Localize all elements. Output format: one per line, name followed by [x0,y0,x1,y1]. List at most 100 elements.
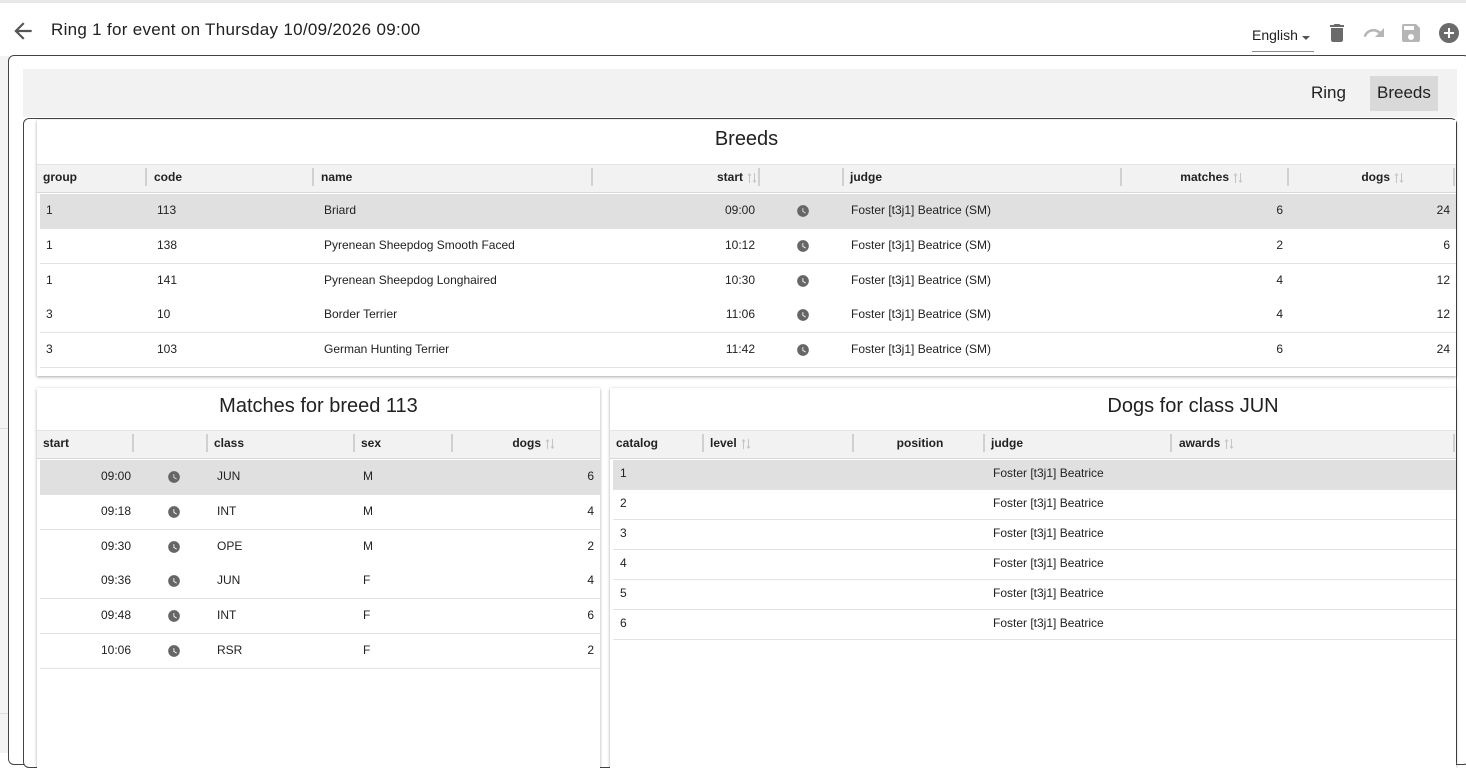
cell-dogs: 2 [587,643,594,657]
table-row[interactable]: 1 113 Briard 09:00 Foster [t3j1] Beatrice (S… [40,194,1456,229]
cell-name: Briard [324,203,357,217]
cell-class: INT [217,503,237,518]
cell-judge: Foster [t3j1] Beatrice [993,616,1104,630]
cell-start: 10:30 [724,272,755,287]
col-catalog[interactable]: catalog [616,431,658,459]
clock-icon[interactable] [796,239,810,253]
cell-sex: M [363,503,373,518]
table-row[interactable]: 3 103 German Hunting Terrier 11:42 Foster [t… [40,333,1456,368]
col-group[interactable]: group [43,165,77,193]
cell-dogs: 24 [1436,203,1450,217]
cell-judge: Foster [t3j1] Beatrice (SM) [851,237,992,252]
clock-icon[interactable] [796,204,810,218]
cell-matches: 2 [1276,237,1283,252]
col-start[interactable]: start [43,431,69,459]
cell-code: 103 [157,342,178,356]
matches-table-header: start class sex dogs [37,430,600,459]
cell-name: Pyrenean Sheepdog Smooth Faced [324,237,515,252]
cell-start: 09:48 [100,608,131,623]
cell-dogs: 12 [1436,307,1450,322]
tab-bar: Ring Breeds [23,69,1457,117]
table-row[interactable]: 09:00 JUN M 6 [40,460,600,495]
col-matches[interactable]: matches [1127,165,1243,193]
table-row[interactable]: 3 10 Border Terrier 11:06 Foster [t3j1] Beat… [40,298,1456,334]
table-row[interactable]: 1 138 Pyrenean Sheepdog Smooth Faced 10:12 F… [40,228,1456,264]
table-row[interactable]: 09:18 INT M 4 [40,494,600,530]
col-name[interactable]: name [321,165,352,193]
table-row[interactable]: 4 Foster [t3j1] Beatrice [613,550,1456,580]
col-position[interactable]: position [855,431,985,459]
clock-icon[interactable] [796,274,810,288]
save-icon[interactable] [1399,21,1423,45]
table-row[interactable]: 09:36 JUN F 4 [40,564,600,600]
col-awards[interactable]: awards [1179,431,1234,459]
table-row[interactable]: 3 Foster [t3j1] Beatrice [613,520,1456,550]
cell-judge: Foster [t3j1] Beatrice [993,496,1104,510]
add-circle-icon[interactable] [1437,21,1461,45]
col-dogs[interactable]: dogs [1297,165,1404,193]
cell-judge: Foster [t3j1] Beatrice (SM) [851,342,992,356]
cell-judge: Foster [t3j1] Beatrice [993,556,1104,570]
col-sex[interactable]: sex [361,431,381,459]
sort-icon [1224,438,1234,450]
cell-judge: Foster [t3j1] Beatrice (SM) [851,203,992,217]
clock-icon[interactable] [796,308,810,322]
clock-icon[interactable] [167,574,181,588]
dogs-title: Dogs for class JUN [1107,395,1279,417]
cell-code: 10 [157,307,171,322]
cell-class: RSR [217,643,243,657]
language-select[interactable]: English [1252,27,1314,52]
breeds-table-header: group code name start judge matches dogs [37,164,1456,193]
cell-catalog: 2 [620,496,627,510]
clock-icon[interactable] [167,609,181,623]
cell-start: 09:00 [100,469,131,483]
col-start[interactable]: start [597,165,757,193]
col-code[interactable]: code [154,165,182,193]
clock-icon[interactable] [167,540,181,554]
cell-dogs: 6 [587,469,594,483]
cell-catalog: 5 [620,586,627,600]
cell-start: 09:36 [100,573,131,588]
cell-dogs: 2 [587,538,594,553]
dogs-panel: Dogs for class JUN catalog level positio… [610,388,1456,768]
clock-icon[interactable] [167,470,181,484]
table-row[interactable]: 1 Foster [t3j1] Beatrice [613,460,1456,490]
table-row[interactable]: 5 Foster [t3j1] Beatrice [613,580,1456,610]
cell-class: INT [217,608,237,623]
matches-panel: Matches for breed 113 start class sex do… [37,388,600,768]
col-judge[interactable]: judge [991,431,1023,459]
table-row[interactable]: 09:48 INT F 6 [40,599,600,635]
table-row[interactable]: 09:30 OPE M 2 [40,529,600,565]
sort-icon [545,438,555,450]
tab-ring[interactable]: Ring [1304,76,1353,111]
arrow-back-icon[interactable] [10,18,36,44]
col-level[interactable]: level [710,431,751,459]
cell-group: 1 [46,272,53,287]
tab-breeds[interactable]: Breeds [1370,76,1438,111]
chevron-down-icon [1302,36,1310,40]
clock-icon[interactable] [167,644,181,658]
clock-icon[interactable] [167,505,181,519]
col-class[interactable]: class [214,431,244,459]
table-row[interactable]: 6 Foster [t3j1] Beatrice [613,610,1456,640]
col-judge[interactable]: judge [850,165,882,193]
cell-group: 3 [46,307,53,322]
cell-catalog: 1 [620,466,627,480]
table-row[interactable]: 10:06 RSR F 2 [40,634,600,669]
table-row[interactable]: 2 Foster [t3j1] Beatrice [613,490,1456,520]
sort-icon [1394,172,1404,184]
cell-dogs: 4 [587,573,594,588]
language-value: English [1252,27,1298,43]
matches-title: Matches for breed 113 [219,395,418,417]
col-dogs[interactable]: dogs [457,431,555,459]
clock-icon[interactable] [796,343,810,357]
cell-start: 09:18 [100,503,131,518]
cell-sex: F [363,608,371,623]
trash-icon[interactable] [1325,21,1349,45]
cell-name: Pyrenean Sheepdog Longhaired [324,272,497,287]
cell-dogs: 4 [587,503,594,518]
cell-class: JUN [217,469,241,483]
undo-icon[interactable] [1362,21,1386,45]
table-row[interactable]: 1 141 Pyrenean Sheepdog Longhaired 10:30 Fos… [40,263,1456,299]
cell-start: 11:42 [725,342,755,356]
